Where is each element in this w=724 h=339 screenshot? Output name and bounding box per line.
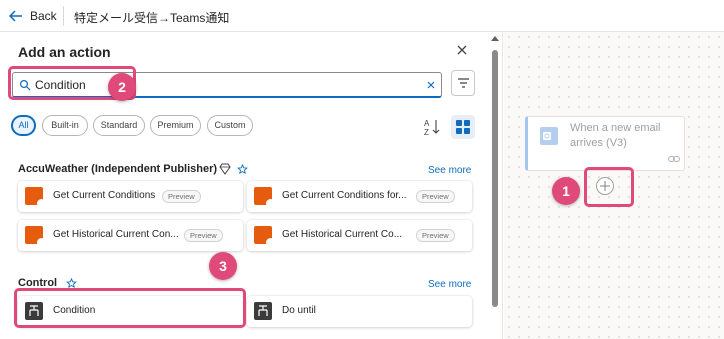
- action-label: Get Historical Current Con...: [53, 229, 179, 240]
- clear-icon[interactable]: [425, 79, 437, 91]
- action-card[interactable]: Get Historical Current Co... Preview: [247, 220, 472, 251]
- arrow-left-icon: [9, 10, 22, 22]
- preview-badge: Preview: [416, 190, 455, 203]
- outlook-icon: [540, 127, 558, 145]
- filter-chip-builtin[interactable]: Built-in: [42, 115, 88, 136]
- premium-diamond-icon: [219, 163, 231, 175]
- annotation-number: 2: [108, 73, 136, 101]
- preview-badge: Preview: [162, 190, 201, 203]
- close-icon[interactable]: [454, 42, 470, 58]
- annotation-number: 1: [552, 177, 580, 205]
- filter-chip-premium[interactable]: Premium: [150, 115, 201, 136]
- accuweather-icon: [25, 187, 46, 208]
- back-button[interactable]: Back: [9, 7, 57, 25]
- preview-badge: Preview: [184, 229, 223, 242]
- filter-chip-all[interactable]: All: [11, 115, 36, 136]
- filter-icon: [458, 78, 469, 88]
- divider: [63, 6, 64, 26]
- action-label: Do until: [282, 305, 316, 316]
- do-until-icon: [254, 302, 272, 320]
- annotation-number: 3: [209, 252, 237, 280]
- back-label: Back: [30, 9, 57, 23]
- panel-title: Add an action: [18, 44, 111, 60]
- grid-view-icon: [456, 120, 470, 134]
- action-card[interactable]: Get Historical Current Con... Preview: [18, 220, 243, 251]
- highlight-condition: [14, 288, 246, 328]
- action-label: Get Current Conditions: [53, 190, 156, 201]
- preview-badge: Preview: [416, 229, 455, 242]
- link-icon: [668, 156, 680, 162]
- top-bar: Back 特定メール受信→Teams通知: [0, 0, 724, 32]
- star-icon[interactable]: [237, 164, 248, 175]
- trigger-title: When a new email arrives (V3): [570, 122, 661, 149]
- action-label: Get Current Conditions for...: [282, 190, 407, 201]
- accuweather-icon: [254, 187, 275, 208]
- filter-chip-custom[interactable]: Custom: [207, 115, 253, 136]
- action-card[interactable]: Get Current Conditions Preview: [18, 181, 243, 212]
- section-title-accuweather: AccuWeather (Independent Publisher): [18, 163, 218, 175]
- sort-az-icon[interactable]: AZ: [424, 118, 440, 136]
- filter-chip-standard[interactable]: Standard: [93, 115, 145, 136]
- see-more-link-control[interactable]: See more: [428, 279, 471, 290]
- highlight-add-step: [584, 167, 634, 207]
- grid-view-button[interactable]: [451, 115, 475, 139]
- accuweather-icon: [254, 226, 275, 247]
- scrollbar-thumb[interactable]: [492, 50, 498, 307]
- action-label: Get Historical Current Co...: [282, 229, 403, 240]
- svg-text:Z: Z: [424, 128, 429, 136]
- flow-title: 特定メール受信→Teams通知: [74, 11, 230, 25]
- action-card-do-until[interactable]: Do until: [247, 296, 472, 327]
- action-card[interactable]: Get Current Conditions for... Preview: [247, 181, 472, 212]
- see-more-link-accuweather[interactable]: See more: [428, 165, 471, 176]
- trigger-card[interactable]: When a new email arrives (V3): [525, 116, 685, 171]
- accuweather-icon: [25, 226, 46, 247]
- scroll-up-icon[interactable]: [491, 35, 499, 41]
- filter-button[interactable]: [451, 70, 475, 96]
- svg-text:A: A: [424, 119, 430, 128]
